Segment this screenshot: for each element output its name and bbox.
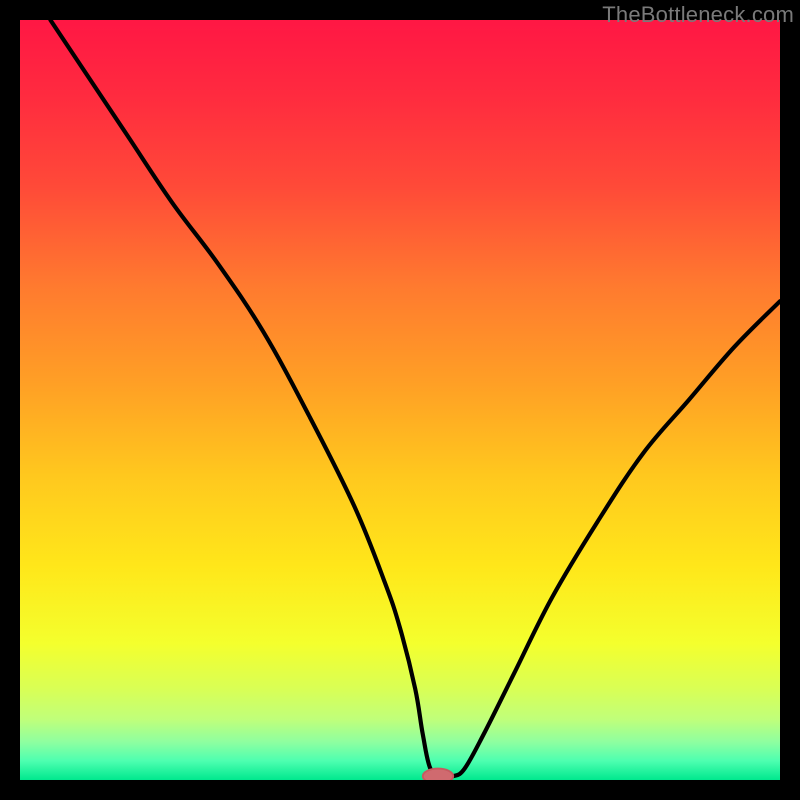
optimal-point-marker [423, 769, 453, 780]
gradient-background [20, 20, 780, 780]
watermark-text: TheBottleneck.com [602, 2, 794, 28]
chart-frame: TheBottleneck.com [0, 0, 800, 800]
bottleneck-chart [20, 20, 780, 780]
